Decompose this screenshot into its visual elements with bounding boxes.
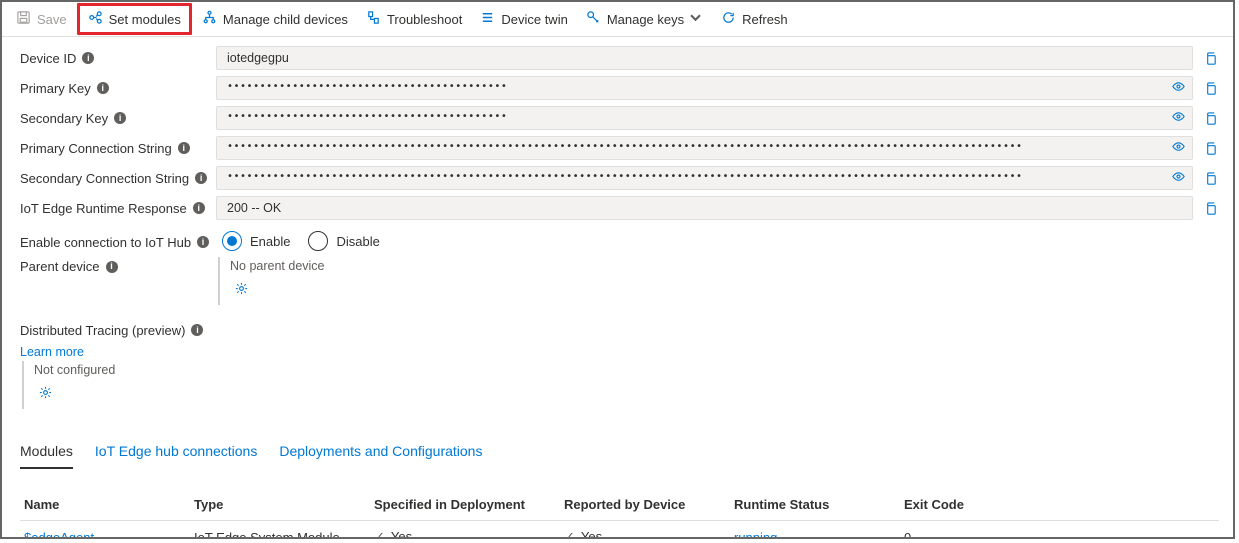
module-specified: ✓Yes <box>374 529 564 539</box>
distributed-tracing-settings-button[interactable] <box>34 381 56 403</box>
reveal-secondary-conn-button[interactable] <box>1171 169 1186 187</box>
hierarchy-icon <box>202 10 217 28</box>
modules-icon <box>88 10 103 28</box>
secondary-key-field: ••••••••••••••••••••••••••••••••••••••••… <box>216 106 1193 130</box>
parent-device-settings-button[interactable] <box>230 277 252 299</box>
disable-radio[interactable]: Disable <box>308 231 379 251</box>
troubleshoot-button[interactable]: Troubleshoot <box>358 6 470 32</box>
module-exit: 0 <box>904 530 1054 540</box>
check-icon: ✓ <box>374 529 385 539</box>
label-enable-connection: Enable connection to IoT Hub i <box>20 233 216 252</box>
parent-device-value: No parent device <box>230 259 325 273</box>
info-icon[interactable]: i <box>197 236 209 248</box>
reveal-secondary-key-button[interactable] <box>1171 109 1186 127</box>
learn-more-link[interactable]: Learn more <box>20 345 1219 359</box>
module-name-link[interactable]: $edgeAgent <box>24 530 194 540</box>
module-reported: ✓Yes <box>564 529 734 539</box>
info-icon[interactable]: i <box>97 82 109 94</box>
tab-deployments[interactable]: Deployments and Configurations <box>279 437 482 469</box>
distributed-tracing-status: Not configured <box>34 363 1219 377</box>
module-type: IoT Edge System Module <box>194 530 374 540</box>
tab-modules[interactable]: Modules <box>20 437 73 469</box>
tab-hub-connections[interactable]: IoT Edge hub connections <box>95 437 257 469</box>
col-status: Runtime Status <box>734 497 904 512</box>
col-reported: Reported by Device <box>564 497 734 512</box>
info-icon[interactable]: i <box>82 52 94 64</box>
info-icon[interactable]: i <box>106 261 118 273</box>
refresh-icon <box>721 10 736 28</box>
reveal-primary-conn-button[interactable] <box>1171 139 1186 157</box>
label-primary-conn: Primary Connection String i <box>20 139 216 158</box>
label-device-id: Device ID i <box>20 49 216 68</box>
copy-primary-key-button[interactable] <box>1201 79 1219 97</box>
info-icon[interactable]: i <box>114 112 126 124</box>
refresh-button[interactable]: Refresh <box>713 6 796 32</box>
manage-child-devices-button[interactable]: Manage child devices <box>194 6 356 32</box>
tabs: Modules IoT Edge hub connections Deploym… <box>20 437 1219 469</box>
label-secondary-key: Secondary Key i <box>20 109 216 128</box>
device-id-field: iotedgegpu <box>216 46 1193 70</box>
col-type: Type <box>194 497 374 512</box>
label-parent-device: Parent device i <box>20 257 216 276</box>
col-specified: Specified in Deployment <box>374 497 564 512</box>
troubleshoot-icon <box>366 10 381 28</box>
copy-secondary-conn-button[interactable] <box>1201 169 1219 187</box>
col-exit: Exit Code <box>904 497 1054 512</box>
modules-header: Name Type Specified in Deployment Report… <box>20 489 1219 521</box>
save-button: Save <box>8 6 75 32</box>
col-name: Name <box>24 497 194 512</box>
secondary-conn-field: ••••••••••••••••••••••••••••••••••••••••… <box>216 166 1193 190</box>
copy-runtime-response-button[interactable] <box>1201 199 1219 217</box>
device-twin-button[interactable]: Device twin <box>472 6 575 32</box>
reveal-primary-key-button[interactable] <box>1171 79 1186 97</box>
table-row: $edgeAgent IoT Edge System Module ✓Yes ✓… <box>20 521 1219 539</box>
label-runtime-response: IoT Edge Runtime Response i <box>20 199 216 218</box>
copy-device-id-button[interactable] <box>1201 49 1219 67</box>
primary-conn-field: ••••••••••••••••••••••••••••••••••••••••… <box>216 136 1193 160</box>
primary-key-field: ••••••••••••••••••••••••••••••••••••••••… <box>216 76 1193 100</box>
info-icon[interactable]: i <box>191 324 203 336</box>
chevron-down-icon <box>688 10 703 28</box>
manage-keys-button[interactable]: Manage keys <box>578 6 711 32</box>
info-icon[interactable]: i <box>195 172 207 184</box>
info-icon[interactable]: i <box>193 202 205 214</box>
copy-primary-conn-button[interactable] <box>1201 139 1219 157</box>
enable-radio[interactable]: Enable <box>222 231 290 251</box>
device-twin-icon <box>480 10 495 28</box>
label-secondary-conn: Secondary Connection String i <box>20 169 216 188</box>
runtime-response-field: 200 -- OK <box>216 196 1193 220</box>
label-distributed-tracing: Distributed Tracing (preview) i <box>20 321 216 340</box>
set-modules-button[interactable]: Set modules <box>80 6 189 32</box>
label-primary-key: Primary Key i <box>20 79 216 98</box>
copy-secondary-key-button[interactable] <box>1201 109 1219 127</box>
save-icon <box>16 10 31 28</box>
key-icon <box>586 10 601 28</box>
info-icon[interactable]: i <box>178 142 190 154</box>
module-status-link[interactable]: running <box>734 530 777 540</box>
check-icon: ✓ <box>564 529 575 539</box>
toolbar: Save Set modules Manage child devices Tr… <box>2 2 1233 37</box>
